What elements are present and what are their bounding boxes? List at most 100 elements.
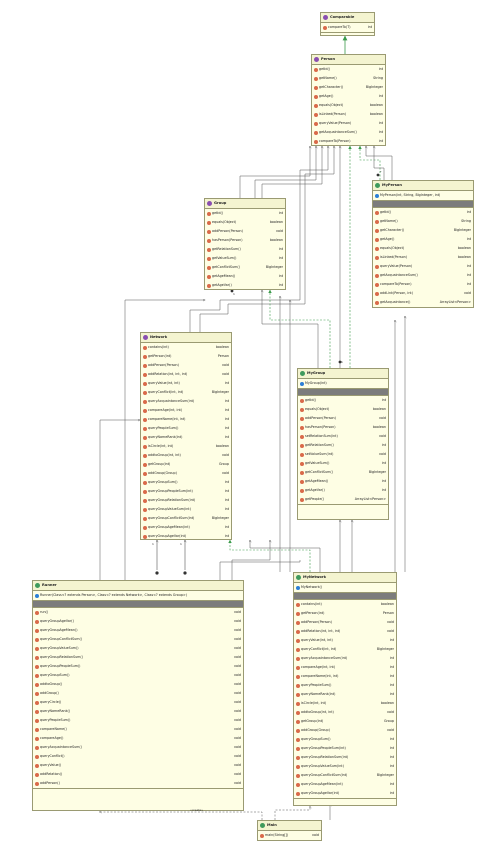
class-person[interactable]: Person getId() int getName() String getChara… [311, 54, 386, 146]
method-row[interactable]: queryGroupAgeMean(int) int [294, 780, 396, 789]
method-row[interactable]: addPerson(Person) void [298, 414, 388, 423]
method-row[interactable]: queryValue(int, int) int [294, 636, 396, 645]
method-row[interactable]: getValueSum() int [205, 254, 285, 263]
class-group[interactable]: Group getId() int equals(Object) boolean add… [204, 198, 286, 290]
method-row[interactable]: queryCircle() void [33, 698, 243, 707]
method-row[interactable]: compareName() void [33, 725, 243, 734]
method-row[interactable]: run() void [33, 608, 243, 617]
method-row[interactable]: getValueSum() int [298, 459, 388, 468]
method-row[interactable]: addPerson(Person) void [141, 361, 231, 370]
method-row[interactable]: getId() int [298, 396, 388, 405]
constructor-row[interactable]: MyPerson(int, String, BigInteger, int) [373, 191, 473, 200]
method-row[interactable]: getAgeMean() int [205, 272, 285, 281]
method-row[interactable]: queryGroupAgeMean(int) int [141, 523, 231, 532]
method-row[interactable]: queryConflict(int, int) BigInteger [141, 388, 231, 397]
method-row[interactable]: queryNameRank() void [33, 707, 243, 716]
method-row[interactable]: equals(Object) boolean [205, 218, 285, 227]
method-row[interactable]: queryGroupConflictSum(int) BigInteger [141, 514, 231, 523]
method-row[interactable]: queryGroupConflictSum(int) BigInteger [294, 771, 396, 780]
method-row[interactable]: queryAcquaintanceSum(int) int [294, 654, 396, 663]
method-row[interactable]: setValueSum(int) void [298, 450, 388, 459]
method-row[interactable]: getId() int [373, 208, 473, 217]
method-row[interactable]: queryGroupRelationSum(int) int [294, 753, 396, 762]
method-row[interactable]: getRelationSum() int [298, 441, 388, 450]
method-row[interactable]: queryAcquaintanceSum(int) int [141, 397, 231, 406]
method-row[interactable]: isLinked(Person) boolean [312, 110, 385, 119]
method-row[interactable]: getAcquaintance() ArrayList<Person> [373, 298, 473, 307]
method-row[interactable]: getPerson(int) Person [141, 352, 231, 361]
method-row[interactable]: getCharacter() BigInteger [312, 83, 385, 92]
class-myperson[interactable]: MyPerson MyPerson(int, String, BigIntege… [372, 180, 474, 308]
class-runner[interactable]: Runner Runner(Class<? extends Person>, C… [32, 580, 244, 811]
class-network[interactable]: Network contains(int) boolean getPerson(in… [140, 332, 232, 540]
method-row[interactable]: queryGroupSum() int [294, 735, 396, 744]
method-row[interactable]: queryValue(Person) int [312, 119, 385, 128]
method-row[interactable]: addtoGroup(int, int) void [141, 451, 231, 460]
method-row[interactable]: addGroup(Group) void [294, 726, 396, 735]
method-row[interactable]: getAgeVar() int [298, 486, 388, 495]
method-row[interactable]: queryConflict(int, int) BigInteger [294, 645, 396, 654]
method-row[interactable]: main(String[]) void [258, 831, 321, 840]
method-row[interactable]: queryGroupRelationSum(int) int [141, 496, 231, 505]
method-row[interactable]: getId() int [312, 65, 385, 74]
method-row[interactable]: queryGroupAgeVar() void [33, 617, 243, 626]
method-row[interactable]: getAgeMean() int [298, 477, 388, 486]
method-row[interactable]: addRelation(int, int, int) void [294, 627, 396, 636]
method-row[interactable]: compareName(int, int) int [294, 672, 396, 681]
method-row[interactable]: hasPerson(Person) boolean [298, 423, 388, 432]
constructor-row[interactable]: MyGroup(int) [298, 379, 388, 388]
method-row[interactable]: compareTo(Person) int [373, 280, 473, 289]
class-comparable[interactable]: Comparable compareTo(T) int [320, 12, 375, 36]
method-row[interactable]: queryConflict() void [33, 752, 243, 761]
method-row[interactable]: queryGroupAgeVar(int) int [294, 789, 396, 798]
method-row[interactable]: getPerson(int) Person [294, 609, 396, 618]
method-row[interactable]: queryPeopleSum() int [294, 681, 396, 690]
method-row[interactable]: isCircle(int, int) boolean [141, 442, 231, 451]
method-row[interactable]: addtoGroup(int, int) void [294, 708, 396, 717]
method-row[interactable]: queryGroupAgeMean() void [33, 626, 243, 635]
method-row[interactable]: queryGroupConflictSum() void [33, 635, 243, 644]
method-row[interactable]: isLinked(Person) boolean [373, 253, 473, 262]
method-row[interactable]: queryValue(int, int) int [141, 379, 231, 388]
constructor-row[interactable]: Runner(Class<? extends Person>, Class<? … [33, 591, 243, 600]
method-row[interactable]: compareAge(int, int) int [141, 406, 231, 415]
method-row[interactable]: hasPerson(Person) boolean [205, 236, 285, 245]
method-row[interactable]: getCharacter() BigInteger [373, 226, 473, 235]
method-row[interactable]: compareName(int, int) int [141, 415, 231, 424]
method-row[interactable]: compareTo(T) int [321, 23, 374, 32]
method-row[interactable]: equals(Object) boolean [298, 405, 388, 414]
class-mynetwork[interactable]: MyNetwork MyNetwork() contains(int) boole… [293, 572, 397, 806]
method-row[interactable]: queryGroupAgeVar(int) int [141, 532, 231, 539]
method-row[interactable]: queryGroupPeopleSum(int) int [294, 744, 396, 753]
method-row[interactable]: queryGroupValueSum(int) int [294, 762, 396, 771]
method-row[interactable]: compareAge() void [33, 734, 243, 743]
method-row[interactable]: addGroup() void [33, 689, 243, 698]
method-row[interactable]: queryNameRank(int) int [294, 690, 396, 699]
method-row[interactable]: addRelation() void [33, 770, 243, 779]
class-main[interactable]: Main main(String[]) void [257, 820, 322, 841]
method-row[interactable]: queryGroupRelationSum() void [33, 653, 243, 662]
constructor-row[interactable]: MyNetwork() [294, 583, 396, 592]
method-row[interactable]: contains(int) boolean [294, 600, 396, 609]
method-row[interactable]: getAcquaintanceSum() int [312, 128, 385, 137]
method-row[interactable]: addPerson(Person) void [294, 618, 396, 627]
method-row[interactable]: addPerson(Person) void [205, 227, 285, 236]
method-row[interactable]: getAgeVar() int [205, 281, 285, 289]
method-row[interactable]: queryPeopleSum() void [33, 716, 243, 725]
method-row[interactable]: compareTo(Person) int [312, 137, 385, 145]
method-row[interactable]: setRelationSum(int) void [298, 432, 388, 441]
method-row[interactable]: isCircle(int, int) boolean [294, 699, 396, 708]
method-row[interactable]: getConflictSum() BigInteger [205, 263, 285, 272]
method-row[interactable]: getGroup(int) Group [141, 460, 231, 469]
method-row[interactable]: equals(Object) boolean [312, 101, 385, 110]
method-row[interactable]: getName() String [373, 217, 473, 226]
method-row[interactable]: queryNameRank(int) int [141, 433, 231, 442]
method-row[interactable]: compareAge(int, int) int [294, 663, 396, 672]
method-row[interactable]: addtoGroup() void [33, 680, 243, 689]
method-row[interactable]: queryGroupSum() int [141, 478, 231, 487]
method-row[interactable]: queryValue(Person) int [373, 262, 473, 271]
method-row[interactable]: getName() String [312, 74, 385, 83]
method-row[interactable]: getAge() int [312, 92, 385, 101]
method-row[interactable]: queryValue() void [33, 761, 243, 770]
method-row[interactable]: equals(Object) boolean [373, 244, 473, 253]
